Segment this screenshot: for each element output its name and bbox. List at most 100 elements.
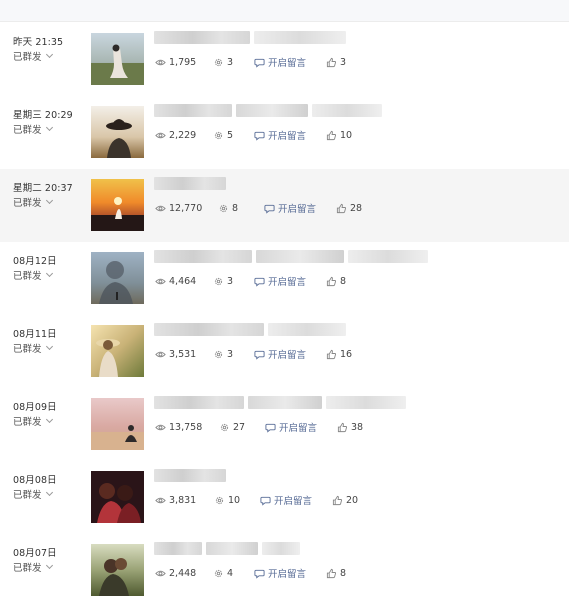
eye-icon [155,278,166,284]
article-row[interactable]: 08月08日 已群发 3,831 10 开启留言 20 [0,461,569,534]
gear-icon [214,569,223,577]
enable-comments-link[interactable]: 开启留言 [254,55,326,69]
likes-stat: 16 [326,349,352,360]
chevron-down-icon [45,269,53,278]
gear-icon [214,350,223,358]
shares-stat: 10 [214,495,260,506]
chevron-down-icon [45,50,53,59]
enable-comments-link[interactable]: 开启留言 [260,493,332,507]
chevron-down-icon [45,123,53,132]
thumbs-up-icon [326,349,337,359]
status-label: 已群发 [13,344,42,355]
article-row[interactable]: 08月09日 已群发 13,758 27 开启留言 38 [0,388,569,461]
views-stat: 13,758 [155,422,219,433]
thumbs-up-icon [326,130,337,140]
shares-stat: 3 [213,349,254,360]
status-label: 已群发 [13,125,42,136]
publish-date: 08月11日 [13,329,57,340]
eye-icon [155,205,166,211]
article-row[interactable]: 昨天 21:35 已群发 1,795 3 开启留言 3 [0,23,569,96]
article-title-redacted[interactable] [154,396,406,409]
speech-bubble-icon [264,204,275,214]
enable-comments-link[interactable]: 开启留言 [254,347,326,361]
article-title-redacted[interactable] [154,469,226,482]
article-thumbnail[interactable] [91,471,144,523]
article-thumbnail[interactable] [91,106,144,158]
likes-stat: 8 [326,276,346,287]
article-thumbnail[interactable] [91,325,144,377]
shares-stat: 4 [213,568,254,579]
chevron-down-icon [45,561,53,570]
shares-stat: 3 [213,57,254,68]
likes-stat: 20 [332,495,358,506]
status-dropdown[interactable]: 已群发 [13,195,53,209]
publish-date: 08月12日 [13,256,57,267]
speech-bubble-icon [265,423,276,433]
likes-stat: 10 [326,130,352,141]
enable-comments-link[interactable]: 开启留言 [265,420,337,434]
views-stat: 1,795 [155,57,213,68]
status-label: 已群发 [13,563,42,574]
publish-date: 昨天 21:35 [13,37,64,48]
views-stat: 3,831 [155,495,214,506]
status-dropdown[interactable]: 已群发 [13,49,53,63]
article-thumbnail[interactable] [91,398,144,450]
publish-date: 08月09日 [13,402,57,413]
gear-icon [214,58,223,66]
gear-icon [219,204,228,212]
enable-comments-link[interactable]: 开启留言 [254,274,326,288]
article-row[interactable]: 08月11日 已群发 3,531 3 开启留言 16 [0,315,569,388]
article-row[interactable]: 星期三 20:29 已群发 2,229 5 开启留言 10 [0,96,569,169]
article-thumbnail[interactable] [91,544,144,596]
speech-bubble-icon [254,58,265,68]
thumbs-up-icon [336,203,347,213]
article-title-redacted[interactable] [154,542,300,555]
eye-icon [155,351,166,357]
status-dropdown[interactable]: 已群发 [13,487,53,501]
shares-stat: 27 [219,422,265,433]
gear-icon [214,131,223,139]
views-stat: 3,531 [155,349,213,360]
chevron-down-icon [45,342,53,351]
thumbs-up-icon [337,422,348,432]
status-dropdown[interactable]: 已群发 [13,560,53,574]
enable-comments-link[interactable]: 开启留言 [254,128,326,142]
article-title-redacted[interactable] [154,323,346,336]
enable-comments-link[interactable]: 开启留言 [264,201,336,215]
article-row[interactable]: 08月12日 已群发 4,464 3 开启留言 8 [0,242,569,315]
eye-icon [155,59,166,65]
thumbs-up-icon [326,57,337,67]
status-label: 已群发 [13,52,42,63]
article-row[interactable]: 08月07日 已群发 2,448 4 开启留言 8 [0,534,569,604]
published-article-list: 昨天 21:35 已群发 1,795 3 开启留言 3 星期三 20:29 已群… [0,23,569,604]
publish-date: 星期三 20:29 [13,110,73,121]
thumbs-up-icon [326,276,337,286]
article-thumbnail[interactable] [91,179,144,231]
shares-stat: 8 [218,203,264,214]
eye-icon [155,132,166,138]
article-title-redacted[interactable] [154,177,226,190]
article-row[interactable]: 星期二 20:37 已群发 12,770 8 开启留言 28 [0,169,569,242]
likes-stat: 28 [336,203,362,214]
article-title-redacted[interactable] [154,104,382,117]
shares-stat: 5 [213,130,254,141]
thumbs-up-icon [332,495,343,505]
enable-comments-link[interactable]: 开启留言 [254,566,326,580]
status-dropdown[interactable]: 已群发 [13,268,53,282]
article-title-redacted[interactable] [154,31,346,44]
chevron-down-icon [45,488,53,497]
article-thumbnail[interactable] [91,252,144,304]
gear-icon [215,496,224,504]
speech-bubble-icon [260,496,271,506]
status-dropdown[interactable]: 已群发 [13,122,53,136]
views-stat: 2,229 [155,130,213,141]
likes-stat: 38 [337,422,363,433]
gear-icon [220,423,229,431]
article-thumbnail[interactable] [91,33,144,85]
publish-date: 08月08日 [13,475,57,486]
status-dropdown[interactable]: 已群发 [13,414,53,428]
status-dropdown[interactable]: 已群发 [13,341,53,355]
article-title-redacted[interactable] [154,250,428,263]
eye-icon [155,570,166,576]
speech-bubble-icon [254,350,265,360]
